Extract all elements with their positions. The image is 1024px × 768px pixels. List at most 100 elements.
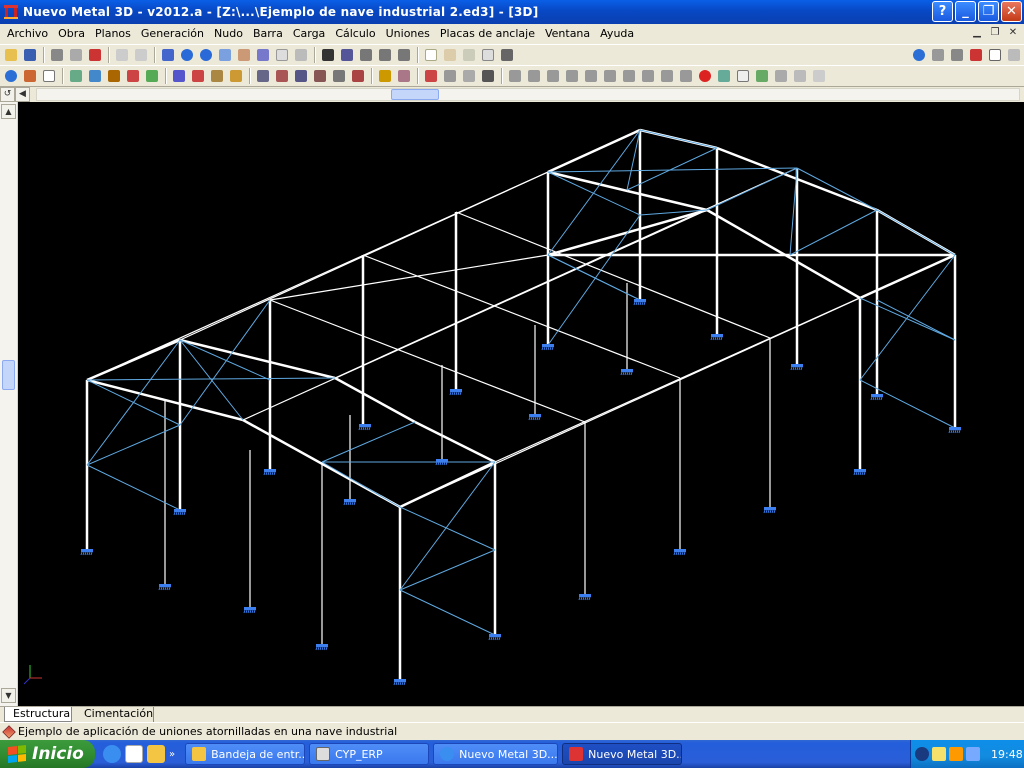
joint-check-icon[interactable] xyxy=(753,67,771,85)
magnet-icon[interactable] xyxy=(86,46,104,64)
menu-barra[interactable]: Barra xyxy=(248,25,288,43)
vertical-scroll-thumb[interactable] xyxy=(2,360,15,390)
mdi-close-icon[interactable]: ✕ xyxy=(1006,26,1020,40)
save-icon[interactable] xyxy=(21,46,39,64)
joint-paste-icon[interactable] xyxy=(791,67,809,85)
girt[interactable] xyxy=(269,299,586,423)
view-3d-icon[interactable] xyxy=(319,46,337,64)
scroll-down-icon[interactable]: ▼ xyxy=(1,688,16,703)
pan-hand-icon[interactable] xyxy=(273,46,291,64)
scroll-left-icon[interactable]: ◀ xyxy=(15,87,30,102)
profile-icon[interactable] xyxy=(376,67,394,85)
support-icon[interactable] xyxy=(528,414,541,421)
horizontal-scrollbar[interactable]: ↺ ◀ xyxy=(0,87,1024,102)
joint-10-icon[interactable] xyxy=(677,67,695,85)
ie-icon[interactable] xyxy=(103,745,121,763)
view-plane-icon[interactable] xyxy=(357,46,375,64)
tools-icon[interactable] xyxy=(498,46,516,64)
support-icon[interactable] xyxy=(343,499,356,506)
joint-edit-icon[interactable] xyxy=(734,67,752,85)
export-icon[interactable] xyxy=(967,46,985,64)
expand-icon[interactable] xyxy=(1005,46,1023,64)
profile-edit-icon[interactable] xyxy=(395,67,413,85)
load-bar-icon[interactable] xyxy=(441,67,459,85)
axis-y[interactable] xyxy=(23,677,31,685)
open-icon[interactable] xyxy=(2,46,20,64)
bracing[interactable] xyxy=(179,299,271,426)
load-node-icon[interactable] xyxy=(422,67,440,85)
layers-icon[interactable] xyxy=(460,46,478,64)
redo-icon[interactable] xyxy=(132,46,150,64)
support-icon[interactable] xyxy=(578,594,591,601)
load-icon[interactable] xyxy=(21,67,39,85)
task-metal3d-active[interactable]: Nuevo Metal 3D... xyxy=(562,743,683,765)
bracing[interactable] xyxy=(859,379,956,429)
support-icon[interactable] xyxy=(393,679,406,686)
scroll-thumb[interactable] xyxy=(391,89,439,100)
bracing[interactable] xyxy=(789,209,878,256)
support-icon[interactable] xyxy=(870,394,883,401)
menu-planos[interactable]: Planos xyxy=(90,25,136,43)
joint-delete-icon[interactable] xyxy=(810,67,828,85)
support-icon[interactable] xyxy=(80,549,93,556)
mdi-minimize-icon[interactable]: ▁ xyxy=(970,26,984,40)
buckling-icon[interactable] xyxy=(292,67,310,85)
globe-icon[interactable] xyxy=(910,46,928,64)
start-button[interactable]: Inicio xyxy=(0,740,95,768)
menu-carga[interactable]: Carga xyxy=(288,25,330,43)
menu-uniones[interactable]: Uniones xyxy=(381,25,435,43)
scroll-up-icon[interactable]: ▲ xyxy=(1,104,16,119)
support-icon[interactable] xyxy=(633,299,646,306)
zoom-in-icon[interactable] xyxy=(216,46,234,64)
purlin[interactable] xyxy=(494,254,956,463)
support-icon[interactable] xyxy=(173,509,186,516)
support-icon[interactable] xyxy=(710,334,723,341)
bracing[interactable] xyxy=(547,129,641,256)
joint-4-icon[interactable] xyxy=(563,67,581,85)
settings-icon[interactable] xyxy=(948,46,966,64)
menu-calculo[interactable]: Cálculo xyxy=(330,25,380,43)
comment-icon[interactable] xyxy=(40,67,58,85)
joint-3-icon[interactable] xyxy=(544,67,562,85)
support-icon[interactable] xyxy=(315,644,328,651)
structure-3d-model[interactable] xyxy=(18,102,1024,706)
support-icon[interactable] xyxy=(948,427,961,434)
close-button[interactable]: ✕ xyxy=(1001,1,1022,22)
bar-extend-icon[interactable] xyxy=(349,67,367,85)
support-icon[interactable] xyxy=(488,634,501,641)
bracing[interactable] xyxy=(86,424,181,466)
joint-list-icon[interactable] xyxy=(715,67,733,85)
support-icon[interactable] xyxy=(763,507,776,514)
support-icon[interactable] xyxy=(243,607,256,614)
rafter[interactable] xyxy=(414,420,496,464)
support-icon[interactable] xyxy=(449,389,462,396)
joint-copy-icon[interactable] xyxy=(772,67,790,85)
bracing[interactable] xyxy=(399,589,496,636)
bar-align-icon[interactable] xyxy=(330,67,348,85)
bar-pencil-icon[interactable] xyxy=(227,67,245,85)
node-move-icon[interactable] xyxy=(105,67,123,85)
bracing[interactable] xyxy=(639,129,718,149)
bar-describe-icon[interactable] xyxy=(208,67,226,85)
bracing[interactable] xyxy=(321,461,401,508)
undo-icon[interactable] xyxy=(113,46,131,64)
bar-delete-icon[interactable] xyxy=(189,67,207,85)
joint-9-icon[interactable] xyxy=(658,67,676,85)
rafter[interactable] xyxy=(179,338,336,380)
support-icon[interactable] xyxy=(673,549,686,556)
print-icon[interactable] xyxy=(48,46,66,64)
menu-ayuda[interactable]: Ayuda xyxy=(595,25,639,43)
support-icon[interactable] xyxy=(853,469,866,476)
refresh-icon[interactable]: ↺ xyxy=(0,87,15,102)
bracing[interactable] xyxy=(859,254,956,381)
support-icon[interactable] xyxy=(263,469,276,476)
menu-obra[interactable]: Obra xyxy=(53,25,90,43)
tab-estructura[interactable]: Estructura xyxy=(4,707,72,722)
bracing[interactable] xyxy=(876,209,956,256)
menu-archivo[interactable]: Archivo xyxy=(2,25,53,43)
globe-view-icon[interactable] xyxy=(2,67,20,85)
bracing[interactable] xyxy=(796,167,878,211)
help-button[interactable]: ? xyxy=(932,1,953,22)
zoom-window-icon[interactable] xyxy=(178,46,196,64)
joint-6-icon[interactable] xyxy=(601,67,619,85)
